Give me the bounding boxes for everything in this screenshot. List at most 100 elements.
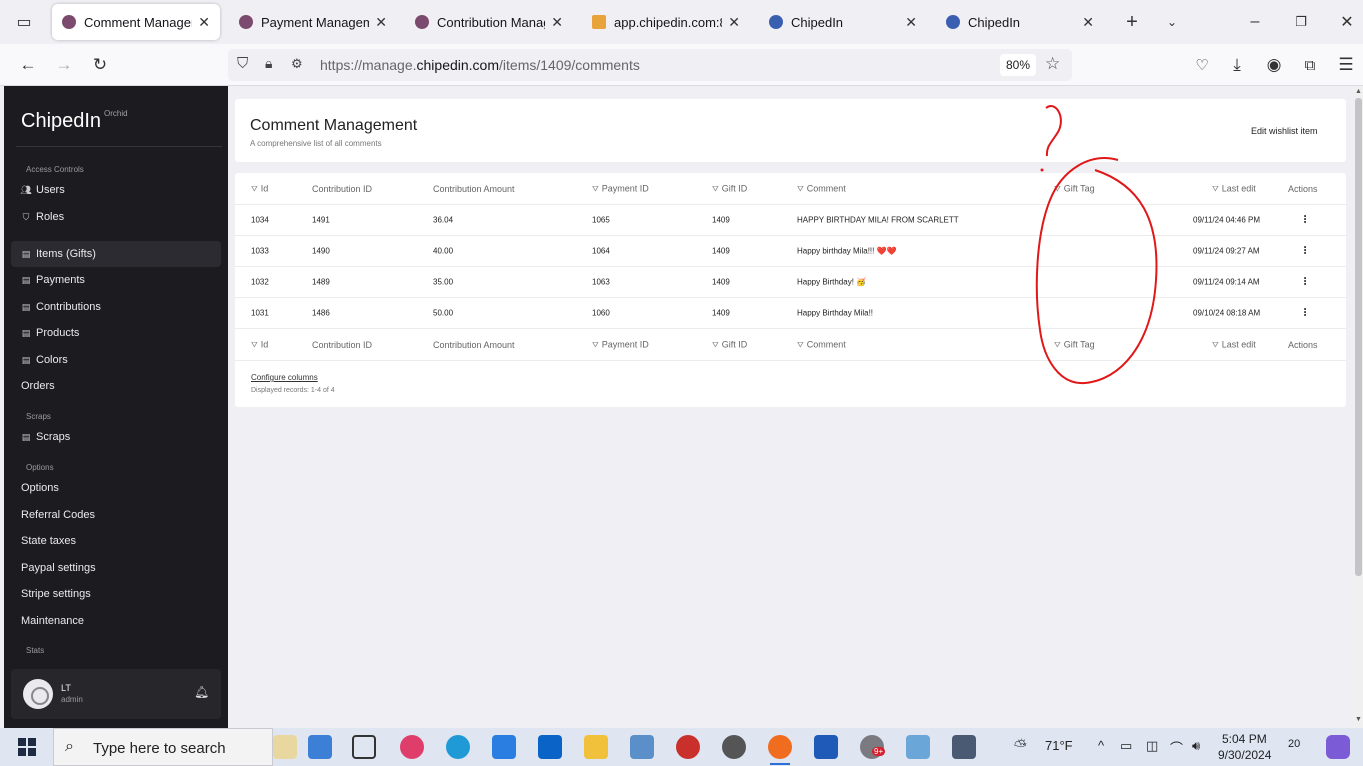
sidebar-item-roles[interactable]: ⛉ Roles — [11, 204, 221, 230]
sidebar-item-state-taxes[interactable]: State taxes — [11, 528, 221, 554]
col-contribution-amount[interactable]: Contribution Amount — [433, 340, 515, 350]
close-window-icon[interactable]: ✕ — [1335, 10, 1359, 34]
filter-icon[interactable]: ⛛ — [592, 340, 599, 349]
filter-icon[interactable]: ⛛ — [251, 340, 258, 349]
more-actions-icon[interactable]: ⋮ — [1300, 215, 1310, 226]
avatar[interactable] — [23, 679, 53, 709]
sidebar-item-products[interactable]: ▤ Products — [11, 320, 221, 346]
edge-icon[interactable] — [446, 735, 470, 759]
col-payment-id[interactable]: ⛛ Payment ID — [592, 339, 649, 350]
back-arrow-icon[interactable]: ← — [15, 52, 41, 78]
weather-temp[interactable]: 71°F — [1045, 738, 1073, 753]
bookmark-star-icon[interactable]: ☆ — [1045, 54, 1060, 74]
configure-columns-link[interactable]: Configure columns — [251, 373, 318, 382]
bell-icon[interactable]: 🔔︎ — [194, 685, 209, 699]
more-actions-icon[interactable]: ⋮ — [1300, 246, 1310, 257]
col-gift-id[interactable]: ⛛ Gift ID — [712, 339, 747, 350]
word-icon[interactable] — [814, 735, 838, 759]
outlook-icon[interactable] — [538, 735, 562, 759]
scrollbar-thumb[interactable] — [1355, 98, 1362, 576]
zoom-level[interactable]: 80% — [1000, 54, 1036, 76]
notepad-icon[interactable] — [906, 735, 930, 759]
filter-icon[interactable]: ⛛ — [797, 340, 804, 349]
sidebar-item-maintenance[interactable]: Maintenance — [11, 608, 221, 634]
filter-icon[interactable]: ⛛ — [712, 340, 719, 349]
col-id[interactable]: ⛛ Id — [251, 339, 268, 350]
tab-app-chipedin[interactable]: app.chipedin.com:809 ✕ — [582, 4, 750, 40]
copilot-icon[interactable] — [1326, 735, 1350, 759]
close-icon[interactable]: ✕ — [905, 14, 917, 31]
close-icon[interactable]: ✕ — [551, 14, 563, 31]
remote-desktop-icon[interactable] — [630, 735, 654, 759]
sidebar-item-scraps[interactable]: ▤ Scraps — [11, 424, 221, 450]
col-contribution-id[interactable]: Contribution ID — [312, 184, 372, 194]
edit-wishlist-item-button[interactable]: Edit wishlist item — [1251, 126, 1318, 136]
col-id[interactable]: ⛛ Id — [251, 183, 268, 194]
col-payment-id[interactable]: ⛛ Payment ID — [592, 183, 649, 194]
new-tab-icon[interactable]: + — [1120, 10, 1144, 34]
close-icon[interactable]: ✕ — [375, 14, 387, 31]
sidebar-item-contributions[interactable]: ▤ Contributions — [11, 294, 221, 320]
pocket-icon[interactable]: ♡ — [1189, 52, 1215, 78]
col-gift-tag[interactable]: ⛛ Gift Tag — [1054, 183, 1095, 194]
brand-logo[interactable]: ChipedIn — [21, 110, 101, 133]
downloads-icon[interactable]: ⤓ — [1224, 52, 1250, 78]
table-row[interactable]: 1033 1490 40.00 1064 1409 Happy birthday… — [235, 236, 1346, 267]
battery-icon[interactable]: ▭ — [1120, 738, 1132, 754]
filter-icon[interactable]: ⛛ — [1054, 184, 1061, 193]
sidebar-item-stripe-settings[interactable]: Stripe settings — [11, 581, 221, 607]
minimize-icon[interactable]: – — [1243, 10, 1267, 34]
extensions-icon[interactable]: ⧉ — [1297, 52, 1323, 78]
account-icon[interactable]: ◉ — [1261, 52, 1287, 78]
user-profile[interactable]: LT admin 🔔︎ — [11, 669, 221, 719]
table-row[interactable]: 1034 1491 36.04 1065 1409 HAPPY BIRTHDAY… — [235, 205, 1346, 236]
task-view-icon[interactable] — [352, 735, 376, 759]
filter-icon[interactable]: ⛛ — [712, 184, 719, 193]
filter-icon[interactable]: ⛛ — [1212, 340, 1219, 349]
col-comment[interactable]: ⛛ Comment — [797, 339, 846, 350]
close-icon[interactable]: ✕ — [1082, 14, 1094, 31]
chevron-down-icon[interactable]: ⌄ — [1160, 10, 1184, 34]
col-contribution-amount[interactable]: Contribution Amount — [433, 184, 515, 194]
col-last-edit[interactable]: ⛛ Last edit — [1212, 339, 1256, 350]
sidebar-item-items-gifts[interactable]: ▤ Items (Gifts) — [11, 241, 221, 267]
col-gift-id[interactable]: ⛛ Gift ID — [712, 183, 747, 194]
backpack-app-icon[interactable] — [308, 735, 332, 759]
shield-icon[interactable]: ⛉ — [237, 55, 248, 72]
scroll-up-icon[interactable]: ▲ — [1355, 88, 1362, 95]
tab-comment-management[interactable]: Comment Manageme ✕ — [52, 4, 220, 40]
chevron-up-icon[interactable]: ^ — [1098, 738, 1104, 753]
forward-arrow-icon[interactable]: → — [51, 52, 77, 78]
lock-icon[interactable]: 🔒︎ — [265, 55, 272, 72]
snipping-tool-icon[interactable] — [676, 735, 700, 759]
volume-icon[interactable]: 🔊︎ — [1192, 738, 1200, 754]
col-last-edit[interactable]: ⛛ Last edit — [1212, 183, 1256, 194]
mail-icon[interactable]: 9+ — [860, 735, 886, 759]
firefox-icon[interactable] — [768, 735, 792, 765]
sidebar-item-options[interactable]: Options — [11, 475, 221, 501]
store-icon[interactable] — [492, 735, 516, 759]
clock-date[interactable]: 9/30/2024 — [1218, 748, 1271, 762]
filter-icon[interactable]: ⛛ — [251, 184, 258, 193]
url-text[interactable]: https://manage.chipedin.com/items/1409/c… — [320, 57, 640, 73]
sidebar-item-payments[interactable]: ▤ Payments — [11, 267, 221, 293]
col-contribution-id[interactable]: Contribution ID — [312, 340, 372, 350]
sidebar-item-paypal-settings[interactable]: Paypal settings — [11, 555, 221, 581]
webcam-icon[interactable]: ◫ — [1146, 738, 1158, 754]
tab-payment-management[interactable]: Payment Managemen ✕ — [229, 4, 397, 40]
notification-center[interactable]: 20 — [1288, 738, 1314, 758]
wifi-icon[interactable]: ⌒ — [1170, 738, 1183, 757]
more-actions-icon[interactable]: ⋮ — [1300, 277, 1310, 288]
restore-icon[interactable]: ❐ — [1289, 10, 1313, 34]
notes-app-icon[interactable] — [273, 735, 297, 759]
file-explorer-icon[interactable] — [584, 735, 608, 759]
address-bar[interactable]: ⛉ 🔒︎ ⚙ https://manage.chipedin.com/items… — [228, 49, 1072, 81]
tab-chipedin-2[interactable]: ChipedIn ✕ — [936, 4, 1104, 40]
menu-icon[interactable]: ☰ — [1333, 52, 1359, 78]
sidebar-item-referral-codes[interactable]: Referral Codes — [11, 502, 221, 528]
windows-start-icon[interactable] — [18, 738, 36, 756]
taskbar-search[interactable]: ⌕ Type here to search — [53, 728, 273, 766]
slack-icon[interactable] — [400, 735, 424, 759]
calculator-icon[interactable] — [952, 735, 976, 759]
clock-time[interactable]: 5:04 PM — [1222, 732, 1267, 746]
